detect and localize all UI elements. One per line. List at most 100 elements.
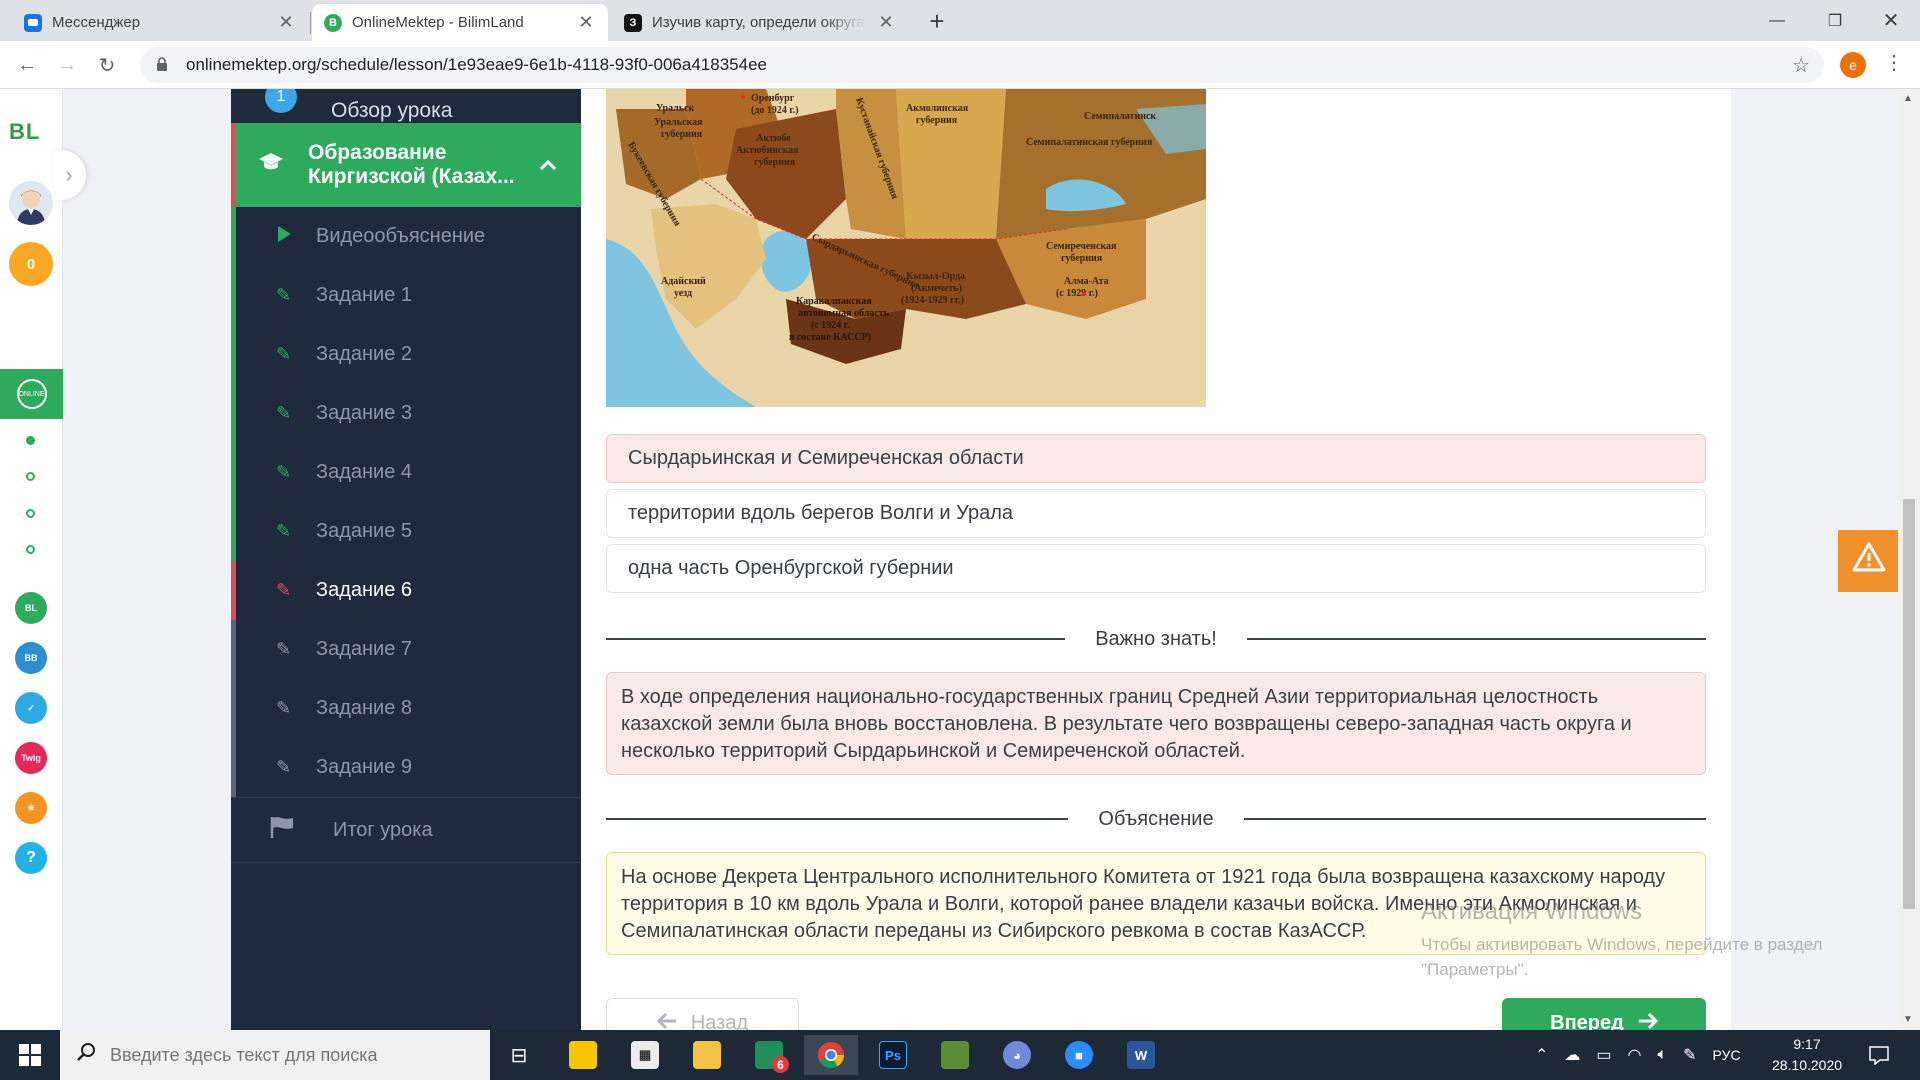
points-badge[interactable]: 0	[9, 242, 53, 286]
flag-icon	[269, 815, 299, 845]
nav-item-task-8[interactable]: ✎ Задание 8	[231, 679, 581, 738]
answer-options: Сырдарьинская и Семиреченская области те…	[606, 434, 1706, 599]
answer-option[interactable]: одна часть Оренбургской губернии	[606, 544, 1706, 593]
address-bar[interactable]: onlinemektep.org/schedule/lesson/1e93eae…	[140, 47, 1824, 83]
back-arrow-icon[interactable]: ←	[12, 50, 42, 80]
profile-avatar[interactable]: e	[1840, 52, 1866, 78]
bilim-class-icon[interactable]: ✓	[15, 692, 47, 724]
nav-item-task-2[interactable]: ✎ Задание 2	[231, 325, 581, 384]
lesson-overview-item[interactable]: 1 Обзор урока	[231, 89, 581, 123]
svg-text:Акмолинская: Акмолинская	[906, 103, 969, 114]
nav-item-label: Задание 8	[316, 697, 413, 719]
nav-item-label: Видеообъяснение	[316, 225, 486, 247]
task-view-icon[interactable]: ⊟	[492, 1035, 546, 1075]
wifi-icon[interactable]: ◠	[1628, 1045, 1642, 1065]
section-title: Образование Киргизской (Казах...	[308, 141, 515, 188]
answer-option[interactable]: Сырдарьинская и Семиреченская области	[606, 434, 1706, 483]
page-scrollbar[interactable]: ▲ ▼	[1898, 89, 1920, 1030]
battery-icon[interactable]: ▭	[1596, 1045, 1611, 1065]
expand-rail-button[interactable]: ›	[52, 150, 86, 200]
zoom-icon[interactable]: ■	[1052, 1035, 1106, 1075]
back-button[interactable]: Назад	[606, 998, 799, 1030]
close-window-button[interactable]: ✕	[1862, 0, 1920, 41]
close-icon[interactable]: ✕	[876, 12, 896, 33]
warning-icon	[1852, 542, 1886, 580]
reload-icon[interactable]: ↻	[92, 50, 122, 80]
svg-text:Актюбинская: Актюбинская	[736, 145, 799, 156]
online-mektep-icon[interactable]: ONLINE	[0, 369, 63, 419]
scroll-down-icon[interactable]: ▼	[1903, 1014, 1913, 1025]
minimize-button[interactable]: —	[1748, 0, 1806, 41]
tab-onlinemektep[interactable]: B OnlineMektep - BilimLand ✕	[312, 4, 608, 41]
close-icon[interactable]: ✕	[276, 12, 296, 33]
svg-text:в составе КАССР): в составе КАССР)	[789, 332, 871, 343]
user-avatar[interactable]	[9, 181, 53, 225]
svg-text:(до 1924 г.): (до 1924 г.)	[751, 105, 799, 116]
svg-text:Семиреченская: Семиреченская	[1046, 241, 1117, 252]
onedrive-icon[interactable]: ☁	[1564, 1045, 1580, 1065]
rail-dot[interactable]	[26, 545, 35, 554]
report-warning-button[interactable]	[1838, 530, 1900, 592]
store-icon[interactable]: ▦	[618, 1035, 672, 1075]
bookmark-star-icon[interactable]: ☆	[1792, 53, 1810, 78]
chevron-up-icon[interactable]: ⌃	[1535, 1045, 1548, 1065]
nav-item-task-7[interactable]: ✎ Задание 7	[231, 620, 581, 679]
windows-activation-watermark: Активация Windows Чтобы активировать Win…	[1421, 898, 1861, 982]
nav-item-task-3[interactable]: ✎ Задание 3	[231, 384, 581, 443]
rail-dot[interactable]	[26, 509, 35, 518]
scrollbar-thumb[interactable]	[1903, 499, 1915, 909]
bilim-book-icon[interactable]: BB	[15, 642, 47, 674]
next-label: Вперед	[1550, 1011, 1624, 1031]
taskbar-search[interactable]	[60, 1030, 490, 1080]
chevron-up-icon[interactable]	[539, 155, 557, 176]
important-divider: Важно знать!	[606, 624, 1707, 654]
word-icon[interactable]: W	[1114, 1035, 1168, 1075]
nav-item-task-4[interactable]: ✎ Задание 4	[231, 443, 581, 502]
rail-dot[interactable]	[26, 436, 35, 445]
photoshop-icon[interactable]: Ps	[866, 1035, 920, 1075]
chrome-icon[interactable]	[804, 1035, 858, 1075]
minecraft-icon[interactable]	[928, 1035, 982, 1075]
twig-icon[interactable]: Twig	[15, 742, 47, 774]
svg-text:Актюбе: Актюбе	[756, 133, 791, 144]
browser-menu-icon[interactable]: ⋮	[1884, 50, 1904, 75]
bilimland-app-icon[interactable]: BL	[15, 592, 47, 624]
arrow-left-icon	[656, 1012, 677, 1031]
nav-item-task-1[interactable]: ✎ Задание 1	[231, 266, 581, 325]
nav-item-task-5[interactable]: ✎ Задание 5	[231, 502, 581, 561]
tab-messenger[interactable]: Мессенджер ✕	[12, 4, 308, 41]
explanation-divider: Объяснение	[606, 804, 1706, 834]
nav-item-video[interactable]: Видеообъяснение	[231, 207, 581, 266]
language-indicator[interactable]: РУС	[1713, 1047, 1741, 1063]
svg-text:(1924-1929 гг.): (1924-1929 гг.)	[901, 295, 964, 306]
bilimland-kids-icon[interactable]: ☀	[15, 792, 47, 824]
tab-znanija[interactable]: З Изучив карту, определи округа ✕	[612, 4, 908, 41]
sticky-notes-icon[interactable]	[556, 1035, 610, 1075]
pen-icon[interactable]: ✎	[1683, 1045, 1696, 1065]
windows-start-icon[interactable]	[0, 1030, 60, 1080]
taskbar-search-input[interactable]	[110, 1044, 470, 1066]
next-button[interactable]: Вперед	[1502, 998, 1706, 1030]
bilimland-logo[interactable]: BL	[9, 119, 40, 145]
notification-badge: 6	[772, 1056, 789, 1073]
scroll-up-icon[interactable]: ▲	[1903, 93, 1913, 104]
close-icon[interactable]: ✕	[576, 12, 596, 33]
answer-option[interactable]: территории вдоль берегов Волги и Урала	[606, 489, 1706, 538]
maximize-button[interactable]: ❐	[1806, 0, 1864, 41]
bilimland-icon: B	[324, 13, 342, 32]
lesson-section-header[interactable]: Образование Киргизской (Казах...	[231, 123, 581, 207]
volume-icon[interactable]: 🔈︎	[1658, 1046, 1668, 1064]
file-explorer-icon[interactable]	[680, 1035, 734, 1075]
forward-arrow-icon[interactable]: →	[52, 50, 82, 80]
nav-item-task-6[interactable]: ✎ Задание 6	[231, 561, 581, 620]
help-icon[interactable]: ?	[15, 842, 47, 874]
rail-dot[interactable]	[26, 472, 35, 481]
discord-icon[interactable]: ◕	[990, 1035, 1044, 1075]
lesson-summary-item[interactable]: Итог урока	[231, 797, 581, 863]
taskbar-clock[interactable]: 9:17 28.10.2020	[1762, 1034, 1852, 1076]
nav-item-task-9[interactable]: ✎ Задание 9	[231, 738, 581, 797]
badge-app-icon[interactable]: 6	[742, 1035, 796, 1075]
svg-text:Уральская: Уральская	[654, 117, 703, 128]
new-tab-button[interactable]: +	[922, 6, 952, 37]
notifications-icon[interactable]	[1868, 1030, 1890, 1080]
